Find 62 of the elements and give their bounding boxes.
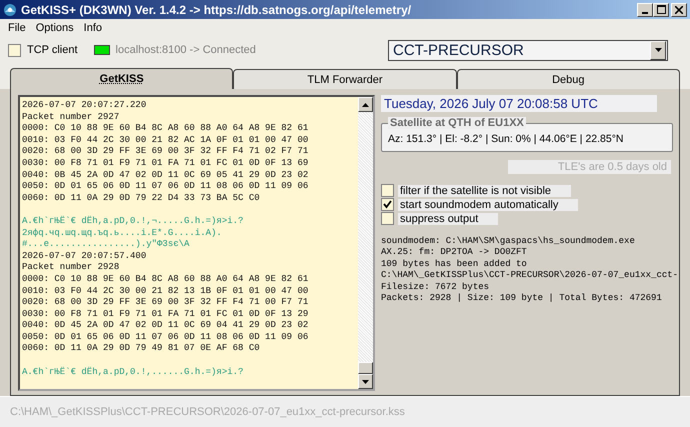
log-line: 0030: 00 F8 71 01 F9 71 01 FA 71 01 FC 01 0D 0F 13 29 <box>22 308 310 320</box>
log-line: 0040: 0B 45 2A 0D 47 02 0D 11 0C 69 05 41 29 0D 23 02 <box>22 170 310 182</box>
log-line: Packet number 2928 <box>22 262 120 274</box>
checkbox-label: filter if the satellite is not visible <box>398 184 572 196</box>
checkbox[interactable] <box>381 198 394 211</box>
output-line: Packets: 2928 | Size: 109 byte | Total Bytes: 472691 <box>381 293 663 304</box>
log-line: 0030: 00 F8 71 01 F9 71 01 FA 71 01 FC 01 0D 0F 13 69 <box>22 158 310 170</box>
log-line: A.€h`гЊЁ`€ dЁh,a.pD,0.!,¬.....G.h.=)я>i.? <box>22 216 244 228</box>
caret-up-icon <box>362 102 369 106</box>
log-line: 0040: 0D 45 2A 0D 47 02 0D 11 0C 69 04 41 29 0D 23 02 <box>22 320 310 332</box>
minimize-icon <box>642 12 648 14</box>
log-line: 2026-07-07 20:07:27.220 <box>22 100 148 112</box>
tab[interactable]: GetKISS <box>10 68 234 89</box>
log-line: 0060: 0D 11 0A 29 0D 79 22 D4 33 73 BA 5C C0 <box>22 192 261 204</box>
log-line: Packet number 2927 <box>22 112 120 124</box>
menu-item[interactable]: File <box>3 22 31 34</box>
log-line: 0010: 03 F0 44 2C 30 00 21 82 13 1B 0F 01 01 00 47 00 <box>22 286 310 298</box>
scroll-up-button[interactable] <box>358 97 373 112</box>
checkbox[interactable] <box>381 184 394 197</box>
log-line: 0050: 0D 01 65 06 0D 11 07 06 0D 11 08 06 0D 11 09 06 <box>22 181 310 193</box>
output-line: AX.25: fm: DP2TOA -> DO0ZFT <box>381 247 528 259</box>
maximize-icon <box>656 5 666 14</box>
scrollbar-thumb[interactable] <box>358 362 373 374</box>
checkbox-label: TCP client <box>27 44 78 56</box>
status-text: C:\HAM\_GetKISSPlus\CCT-PRECURSOR\2026-07-07_eu1xx_cct-precursor.kss <box>10 406 405 418</box>
log-line: 0050: 0D 01 65 06 0D 11 07 06 0D 11 08 06 0D 11 09 06 <box>22 332 310 344</box>
checkbox-label: start soundmodem automatically <box>398 198 578 210</box>
checkbox-label: suppress output <box>398 212 498 224</box>
log-line: 0020: 68 00 3D 29 FF 3E 69 00 3F 32 FF F4 71 00 F7 71 <box>22 297 310 309</box>
tab[interactable]: Debug <box>456 69 680 89</box>
log-line: 0020: 68 00 3D 29 FF 3E 69 00 3F 32 FF F4 71 02 F7 71 <box>22 146 310 158</box>
tab[interactable]: TLM Forwarder <box>233 69 457 89</box>
scroll-down-button[interactable] <box>358 374 373 389</box>
satellite-dropdown[interactable]: CCT-PRECURSOR <box>388 40 668 60</box>
menu-item[interactable]: Options <box>30 22 79 34</box>
close-button[interactable] <box>671 2 687 16</box>
log-line: 2яфq.чq.шq.щq.ъq.ь....i.E*.G....i.A). <box>22 228 223 240</box>
caret-icon <box>654 48 662 52</box>
output-line: soundmodem: C:\HAM\SM\gaspacs\hs_soundmodem.exe <box>381 236 636 248</box>
close-icon <box>675 6 683 14</box>
date-time: Tuesday, 2026 July 07 20:08:58 UTC <box>381 95 657 112</box>
window-title: GetKISS+ (DK3WN) Ver. 1.4.2 -> https://db.satnogs.org/api/telemetry/ <box>21 2 412 16</box>
maximize-button[interactable] <box>653 2 669 16</box>
output-line: 109 bytes has been added to <box>381 258 528 270</box>
group-title: Satellite at QTH of EU1XX <box>388 117 526 129</box>
satellite-position: Az: 151.3° | El: -8.2° | Sun: 0% | 44.06°E | 22.85°N <box>388 133 625 145</box>
log-line: 0000: C0 10 88 9E 60 B4 8C A8 60 88 A0 64 A8 9E 82 61 <box>22 123 310 135</box>
log-line: 2026-07-07 20:07:57.400 <box>22 250 148 262</box>
checkbox[interactable] <box>8 44 21 56</box>
log-line: 0010: 03 F0 44 2C 30 00 21 82 AC 1A 0F 01 01 00 47 00 <box>22 134 310 146</box>
checkbox[interactable] <box>381 212 394 225</box>
log-line: 0060: 0D 11 0A 29 0D 79 49 81 07 0E AF 68 C0 <box>22 343 261 356</box>
caret-down-icon <box>362 380 369 384</box>
log-line: 0000: C0 10 88 9E 60 B4 8C A8 60 88 A0 64 A8 9E 82 61 <box>22 274 310 286</box>
menu-item[interactable]: Info <box>78 22 108 34</box>
tle-age: TLE's are 0.5 days old <box>508 160 671 174</box>
connection-status: localhost:8100 -> Connected <box>116 44 256 56</box>
minimize-button[interactable] <box>637 2 653 16</box>
log-line: A.€h`гЊЁ`€ dЁh,a.pD,0.!,......G.h.=)я>i.? <box>22 366 244 378</box>
satellite-dish-icon <box>3 2 17 16</box>
log-line: #...e................).y"Ф3sє\A <box>22 239 190 251</box>
output-line: Filesize: 7672 bytes <box>381 282 490 294</box>
